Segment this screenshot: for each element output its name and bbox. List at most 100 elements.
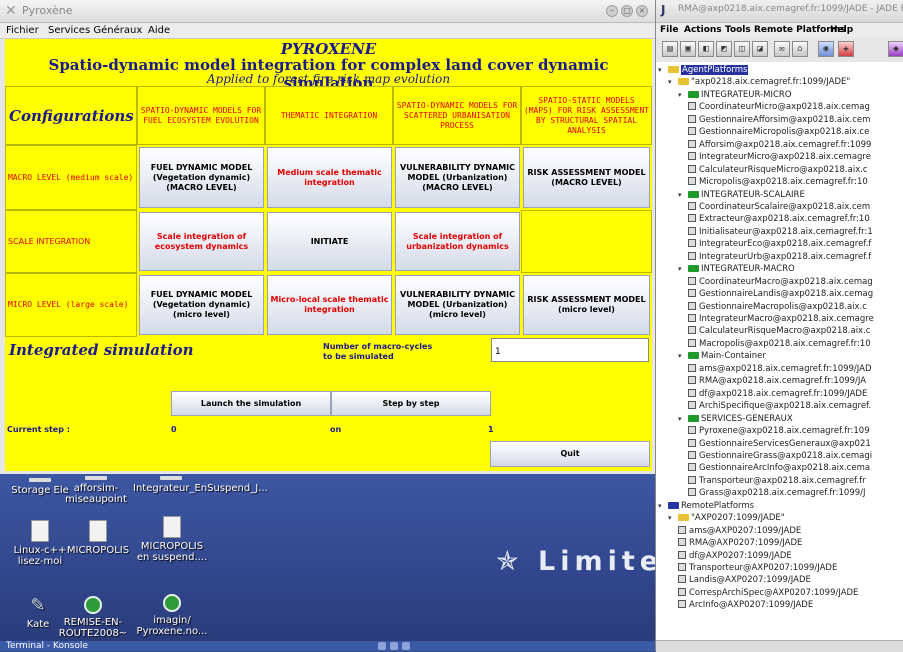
tree-node-agent[interactable]: RMA@AXP0207:1099/JADE [678, 537, 802, 549]
tree-node-agent[interactable]: CoordinateurMicro@axp0218.aix.cemag [688, 101, 870, 113]
tree-node-agent[interactable]: RMA@axp0218.aix.cemagref.fr:1099/JA [688, 375, 866, 387]
tree-node-agent[interactable]: Initialisateur@axp0218.aix.cemagref.fr:1 [688, 226, 873, 238]
desktop-icon-micropolis[interactable]: MICROPOLIS [60, 520, 136, 556]
tree-node-agent[interactable]: GestionnaireArcInfo@axp0218.aix.cema [688, 462, 870, 474]
tree-node-agent[interactable]: ArcInfo@AXP0207:1099/JADE [678, 599, 813, 611]
tree-node-platform[interactable]: ▾ "AXP0207:1099/JADE" [668, 512, 785, 524]
tree-node-agent[interactable]: GestionnaireMicropolis@axp0218.aix.ce [688, 126, 869, 138]
sniffer-icon[interactable]: ◉ [818, 41, 834, 57]
menu-tools[interactable]: Tools [725, 25, 751, 35]
agent-platform-tree[interactable]: ▾ AgentPlatforms ▾ "axp0218.aix.cemagref.fr… [656, 62, 903, 640]
scale-integration-urbanization-button[interactable]: Scale integration of urbanization dynami… [395, 212, 520, 271]
menu-file[interactable]: File [660, 25, 678, 35]
tree-node-agent[interactable]: Macropolis@axp0218.aix.cemagref.fr:10 [688, 338, 871, 350]
step-by-step-button[interactable]: Step by step [331, 391, 491, 416]
resume-agent-icon[interactable]: ◪ [752, 41, 768, 57]
tree-node-agent[interactable]: IntegrateurUrb@axp0218.aix.cemagref.f [688, 251, 871, 263]
taskbar-maximize-button[interactable] [390, 642, 398, 650]
fuel-dynamic-micro-button[interactable]: FUEL DYNAMIC MODEL (Vegetation dynamic) … [139, 275, 264, 335]
vulnerability-micro-button[interactable]: VULNERABILITY DYNAMIC MODEL (Urbanizatio… [395, 275, 520, 335]
introspector-icon[interactable]: ◆ [888, 41, 903, 57]
tree-node-agent[interactable]: Micropolis@axp0218.aix.cemagref.fr:10 [688, 176, 868, 188]
tree-node-agent[interactable]: GestionnaireServicesGeneraux@axp021 [688, 438, 871, 450]
expand-toggle-icon[interactable]: ▾ [658, 64, 668, 76]
menu-fichier[interactable]: Fichier [6, 25, 39, 36]
launch-simulation-button[interactable]: Launch the simulation [171, 391, 331, 416]
expand-toggle-icon[interactable]: ▾ [658, 500, 668, 512]
tree-node-agent[interactable]: Transporteur@AXP0207:1099/JADE [678, 562, 837, 574]
tree-node-agent[interactable]: df@axp0218.aix.cemagref.fr:1099/JADE [688, 388, 867, 400]
medium-scale-integration-button[interactable]: Medium scale thematic integration [267, 147, 392, 208]
vulnerability-macro-button[interactable]: VULNERABILITY DYNAMIC MODEL (Urbanizatio… [395, 147, 520, 208]
tree-node-agent[interactable]: GestionnaireMacropolis@axp0218.aix.c [688, 301, 867, 313]
tree-node-agent[interactable]: CorrespArchiSpec@AXP0207:1099/JADE [678, 587, 858, 599]
tree-node-agent[interactable]: Pyroxene@axp0218.aix.cemagref.fr:109 [688, 425, 870, 437]
tree-node-agent[interactable]: CalculateurRisqueMacro@axp0218.aix.c [688, 325, 870, 337]
tree-node-container[interactable]: ▾ INTEGRATEUR-MACRO [678, 263, 795, 275]
taskbar-minimize-button[interactable] [378, 642, 386, 650]
tree-node-agent[interactable]: IntegrateurEco@axp0218.aix.cemagref.f [688, 238, 871, 250]
risk-assessment-micro-button[interactable]: RISK ASSESSMENT MODEL (micro level) [523, 275, 650, 335]
desktop-icon-remise-en-route[interactable]: REMISE-EN-ROUTE2008~ [55, 596, 131, 639]
save-script-icon[interactable]: ▣ [680, 41, 696, 57]
micro-local-integration-button[interactable]: Micro-local scale thematic integration [267, 275, 392, 335]
tree-node-root[interactable]: ▾ AgentPlatforms [658, 64, 749, 76]
expand-toggle-icon[interactable]: ▾ [678, 263, 688, 275]
macro-cycles-input[interactable]: 1 [491, 338, 649, 362]
horizontal-scrollbar[interactable] [656, 640, 903, 652]
tree-node-agent[interactable]: CalculateurRisqueMicro@axp0218.aix.c [688, 164, 868, 176]
migrate-agent-icon[interactable]: ⌂ [792, 41, 808, 57]
desktop-icon-micropolis-suspend[interactable]: MICROPOLIS en suspend.... [134, 516, 210, 563]
tree-node-agent[interactable]: Afforsim@axp0218.aix.cemagref.fr:1099 [688, 139, 871, 151]
send-message-icon[interactable]: ✉ [774, 41, 790, 57]
quit-button[interactable]: Quit [490, 441, 650, 467]
desktop-icon-afforsim[interactable]: afforsim-miseaupoint [58, 476, 134, 505]
tree-node-container[interactable]: ▾ INTEGRATEUR-MICRO [678, 89, 792, 101]
expand-toggle-icon[interactable]: ▾ [678, 413, 688, 425]
tree-node-agent[interactable]: Transporteur@axp0218.aix.cemagref.fr [688, 475, 866, 487]
tree-node-agent[interactable]: Landis@AXP0207:1099/JADE [678, 574, 811, 586]
tree-node-agent[interactable]: Extracteur@axp0218.aix.cemagref.fr:10 [688, 213, 870, 225]
tree-node-agent[interactable]: ams@AXP0207:1099/JADE [678, 525, 801, 537]
jade-titlebar[interactable]: J RMA@axp0218.aix.cemagref.fr:1099/JADE … [656, 0, 903, 23]
tree-node-agent[interactable]: Grass@axp0218.aix.cemagref.fr:1099/J [688, 487, 866, 499]
taskbar-item-terminal[interactable]: Terminal - Konsole [0, 641, 88, 651]
tree-node-agent[interactable]: df@AXP0207:1099/JADE [678, 550, 792, 562]
fuel-dynamic-macro-button[interactable]: FUEL DYNAMIC MODEL (Vegetation dynamic) … [139, 147, 264, 208]
desktop-icon-integrateur[interactable]: Integrateur_EnSuspend_J... [133, 476, 268, 494]
scale-integration-ecosystem-button[interactable]: Scale integration of ecosystem dynamics [139, 212, 264, 271]
tree-node-agent[interactable]: IntegrateurMicro@axp0218.aix.cemagre [688, 151, 871, 163]
expand-toggle-icon[interactable]: ▾ [678, 350, 688, 362]
suspend-agent-icon[interactable]: ◫ [734, 41, 750, 57]
initiate-button[interactable]: INITIATE [267, 212, 392, 271]
tree-node-platform[interactable]: ▾ "axp0218.aix.cemagref.fr:1099/JADE" [668, 76, 850, 88]
start-agent-icon[interactable]: ◧ [698, 41, 714, 57]
open-script-icon[interactable]: ▤ [662, 41, 678, 57]
menu-actions[interactable]: Actions [684, 25, 722, 35]
expand-toggle-icon[interactable]: ▾ [678, 89, 688, 101]
maximize-button[interactable]: □ [621, 5, 633, 17]
tree-node-agent[interactable]: IntegrateurMacro@axp0218.aix.cemagre [688, 313, 874, 325]
tree-node-agent[interactable]: ams@axp0218.aix.cemagref.fr:1099/JAD [688, 363, 872, 375]
menu-aide[interactable]: Aide [148, 25, 170, 36]
menu-services-generaux[interactable]: Services Généraux [48, 25, 142, 36]
kill-agent-icon[interactable]: ◩ [716, 41, 732, 57]
tree-node-agent[interactable]: GestionnaireGrass@axp0218.aix.cemagi [688, 450, 872, 462]
minimize-button[interactable]: – [606, 5, 618, 17]
menu-help[interactable]: Help [830, 25, 853, 35]
close-button[interactable]: × [636, 5, 648, 17]
tree-node-container[interactable]: ▾ INTEGRATEUR-SCALAIRE [678, 189, 805, 201]
tree-node-container[interactable]: ▾ Main-Container [678, 350, 766, 362]
dummy-agent-icon[interactable]: ✚ [838, 41, 854, 57]
tree-node-agent[interactable]: CoordinateurMacro@axp0218.aix.cemag [688, 276, 873, 288]
tree-node-agent[interactable]: GestionnaireLandis@axp0218.aix.cemag [688, 288, 873, 300]
tree-node-agent[interactable]: GestionnaireAfforsim@axp0218.aix.cem [688, 114, 870, 126]
pyroxene-titlebar[interactable]: ✕ Pyroxène – □ × [0, 0, 655, 23]
tree-node-container[interactable]: ▾ SERVICES-GENERAUX [678, 413, 793, 425]
expand-toggle-icon[interactable]: ▾ [668, 512, 678, 524]
taskbar-close-button[interactable] [402, 642, 410, 650]
expand-toggle-icon[interactable]: ▾ [678, 189, 688, 201]
tree-node-agent[interactable]: CoordinateurScalaire@axp0218.aix.cem [688, 201, 870, 213]
desktop-icon-imagin[interactable]: imagin/ Pyroxene.no... [134, 594, 210, 637]
tree-node-remote[interactable]: ▾ RemotePlatforms [658, 500, 754, 512]
